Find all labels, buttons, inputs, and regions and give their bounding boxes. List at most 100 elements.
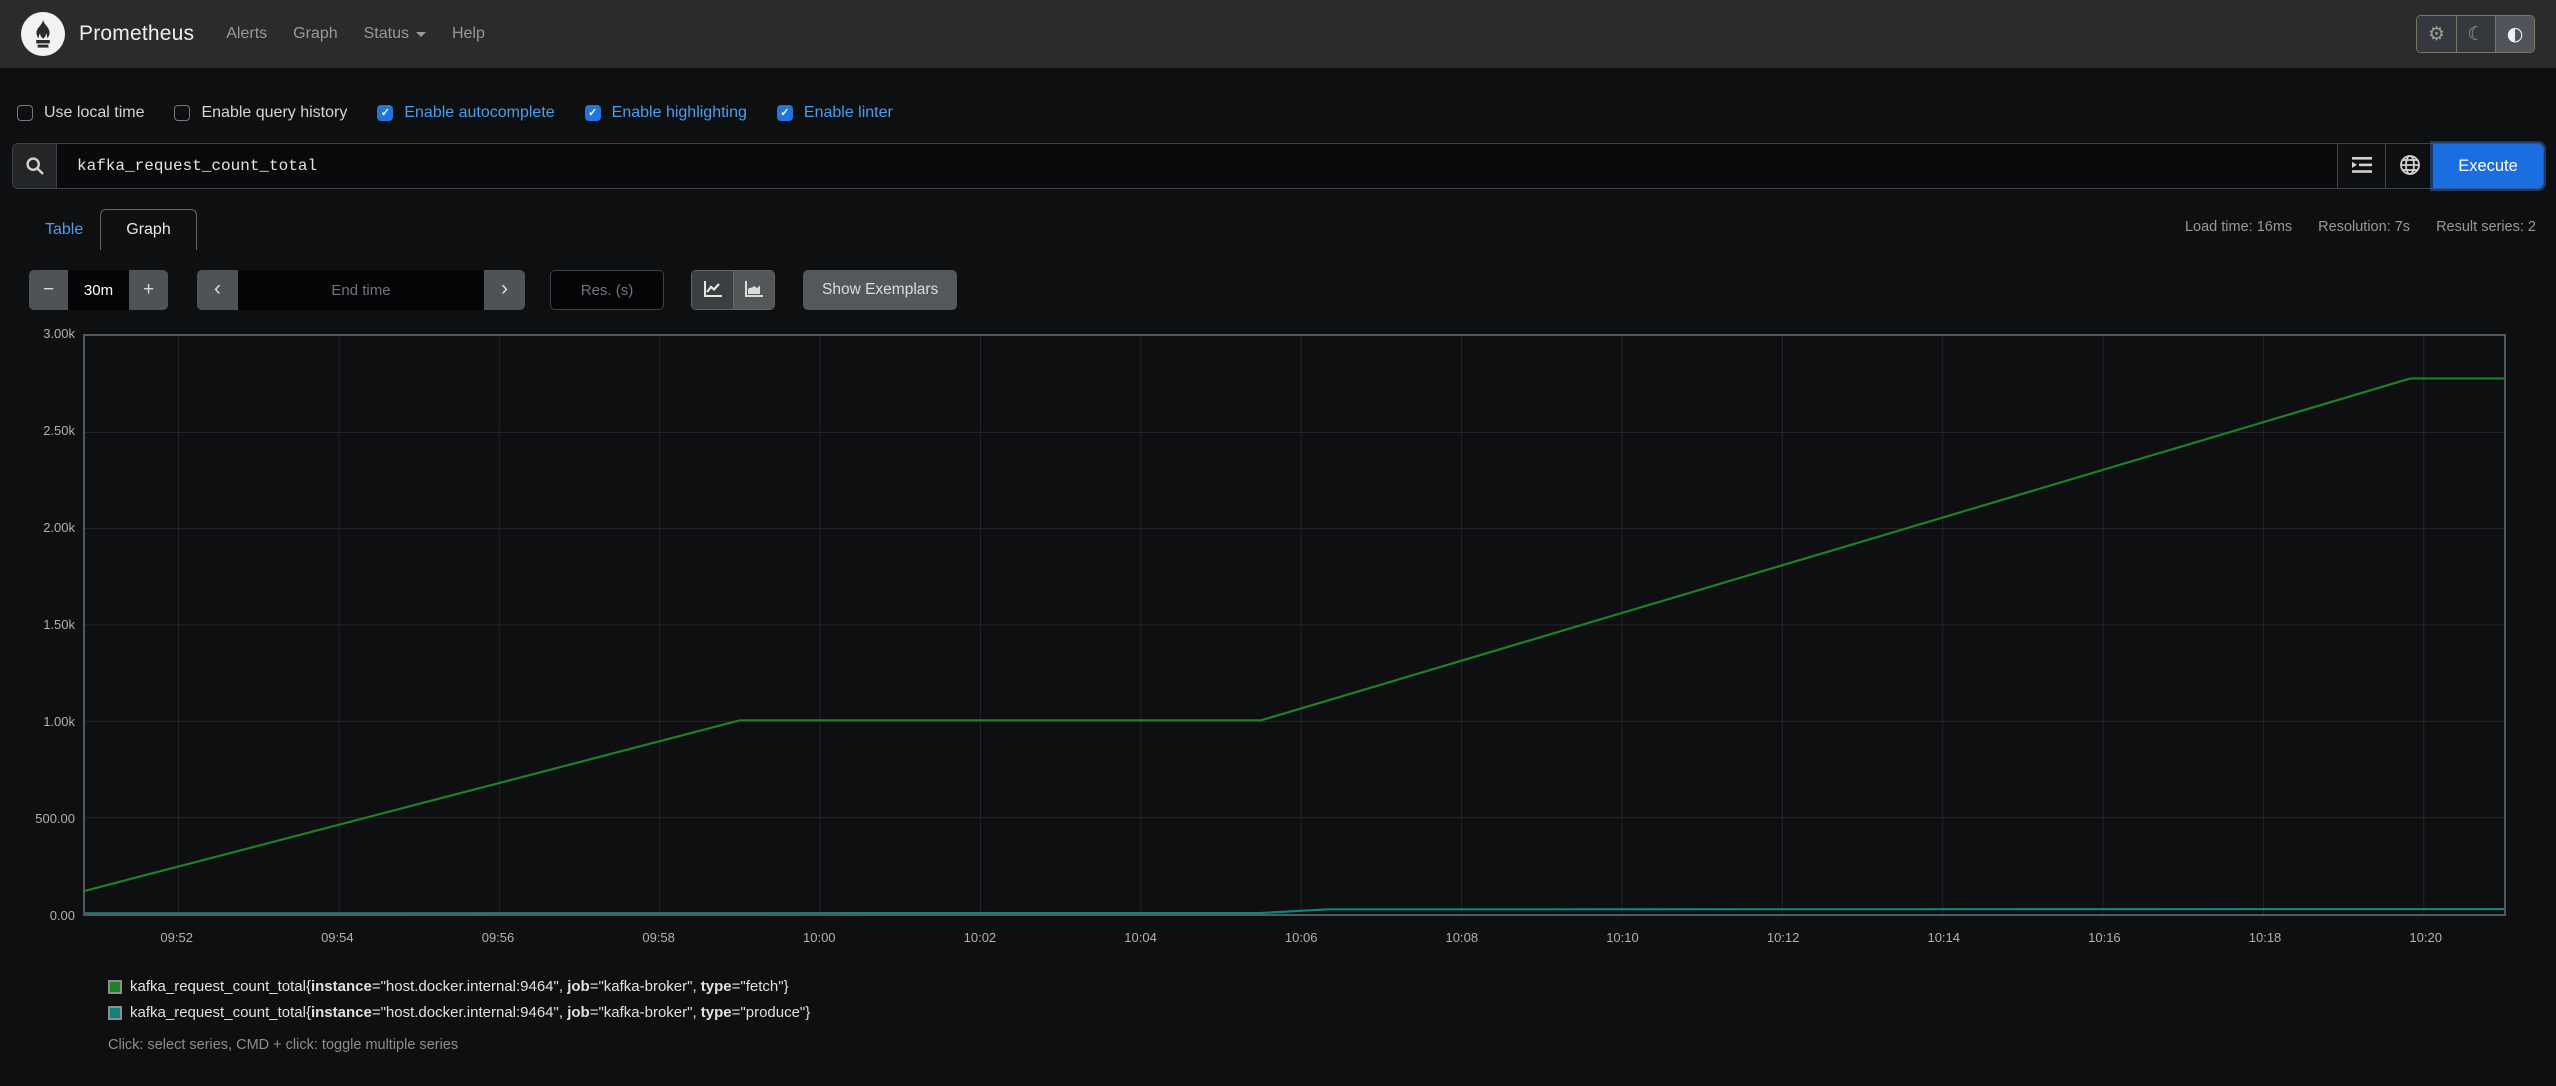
metrics-explorer-icon <box>2351 155 2373 178</box>
end-time-group: ‹ › <box>197 270 525 310</box>
moon-icon: ☾ <box>2467 23 2485 45</box>
chevron-down-icon <box>415 31 426 37</box>
query-stats: Load time: 16ms Resolution: 7s Result se… <box>2185 219 2536 235</box>
checkbox-checked-icon[interactable]: ✓ <box>377 104 394 121</box>
resolution: Resolution: 7s <box>2318 219 2411 235</box>
legend-swatch <box>108 979 122 994</box>
y-tick-label: 1.50k <box>43 617 75 632</box>
option-label: Use local time <box>44 103 145 121</box>
globe-button[interactable] <box>2385 144 2433 188</box>
plot-area[interactable] <box>83 334 2506 916</box>
auto-theme-button[interactable]: ◐ <box>2495 16 2534 52</box>
end-time-input[interactable] <box>238 270 484 310</box>
chart-type-group <box>691 270 775 310</box>
x-tick-label: 10:10 <box>1606 930 1639 945</box>
stacked-chart-icon <box>744 280 764 301</box>
series-line-0 <box>85 377 2504 892</box>
prometheus-brand[interactable]: Prometheus <box>21 12 194 56</box>
option-label: Enable highlighting <box>611 103 747 121</box>
navbar: Prometheus Alerts Graph Status Help ⚙ ☾ ◐ <box>0 0 2556 68</box>
x-tick-label: 10:18 <box>2248 930 2282 945</box>
y-tick-label: 2.00k <box>43 520 75 535</box>
theme-toggle-group: ⚙ ☾ ◐ <box>2416 15 2535 53</box>
legend-item-1[interactable]: kafka_request_count_total{instance="host… <box>108 1004 810 1021</box>
legend-hint: Click: select series, CMD + click: toggl… <box>108 1037 459 1053</box>
x-tick-label: 10:06 <box>1284 930 1318 945</box>
nav-item-alerts: Alerts <box>226 25 267 43</box>
legend-swatch <box>108 1005 122 1020</box>
graph-controls: − + ‹ › Show Exemplars <box>29 270 2556 310</box>
stacked-chart-button[interactable] <box>733 271 774 309</box>
checkbox-unchecked-icon[interactable] <box>17 104 33 121</box>
y-tick-label: 0.00 <box>49 908 75 923</box>
nav-item-help: Help <box>452 25 485 43</box>
time-forward-button[interactable]: › <box>484 270 525 310</box>
x-tick-label: 09:58 <box>642 930 675 945</box>
chart-legend: kafka_request_count_total{instance="host… <box>108 978 810 1021</box>
x-tick-label: 09:56 <box>481 930 515 945</box>
option-enable-linter[interactable]: ✓ Enable linter <box>776 103 893 122</box>
load-time: Load time: 16ms <box>2184 219 2293 235</box>
tab-graph[interactable]: Graph <box>100 209 197 250</box>
x-tick-label: 10:16 <box>2088 930 2121 945</box>
x-tick-label: 10:20 <box>2409 930 2442 945</box>
checkbox-unchecked-icon[interactable] <box>174 104 191 121</box>
x-tick-label: 10:14 <box>1927 930 1961 945</box>
option-label: Enable autocomplete <box>404 103 555 121</box>
nav-link-label: Alerts <box>226 25 268 42</box>
show-exemplars-button[interactable]: Show Exemplars <box>803 270 958 310</box>
nav-link-label: Graph <box>293 25 338 42</box>
resolution-input[interactable] <box>550 270 664 310</box>
x-tick-label: 10:12 <box>1766 930 1800 945</box>
tabs-row: Table Graph Load time: 16ms Resolution: … <box>28 205 2556 250</box>
settings-theme-button[interactable]: ⚙ <box>2417 16 2456 52</box>
search-icon <box>13 144 57 188</box>
legend-item-0[interactable]: kafka_request_count_total{instance="host… <box>108 978 810 995</box>
query-input-group: Execute <box>12 143 2544 189</box>
x-tick-label: 09:54 <box>321 930 354 945</box>
y-tick-label: 2.50k <box>43 423 75 438</box>
range-group: − + <box>29 270 168 310</box>
line-chart-button[interactable] <box>692 271 733 309</box>
option-label: Enable query history <box>201 103 348 121</box>
checkbox-checked-icon[interactable]: ✓ <box>776 104 793 121</box>
expression-input[interactable] <box>57 144 2337 188</box>
x-tick-label: 10:08 <box>1445 930 1479 945</box>
y-tick-label: 1.00k <box>43 714 75 729</box>
globe-icon <box>2399 154 2421 179</box>
gear-icon: ⚙ <box>2427 23 2446 45</box>
x-tick-label: 10:00 <box>802 930 836 945</box>
option-label: Enable linter <box>803 103 893 121</box>
range-increase-button[interactable]: + <box>129 270 168 310</box>
option-enable-query-history[interactable]: Enable query history <box>174 104 347 122</box>
checkbox-checked-icon[interactable]: ✓ <box>584 104 601 121</box>
nav-link-label: Help <box>451 25 485 42</box>
option-use-local-time[interactable]: Use local time <box>17 104 144 122</box>
legend-series-name: kafka_request_count_total{instance="host… <box>130 978 789 995</box>
nav-item-status: Status <box>364 25 426 43</box>
time-back-button[interactable]: ‹ <box>197 270 238 310</box>
nav-link-alerts[interactable]: Alerts <box>226 25 267 43</box>
nav-link-help[interactable]: Help <box>452 25 485 43</box>
x-tick-label: 10:02 <box>963 930 997 945</box>
option-enable-autocomplete[interactable]: ✓ Enable autocomplete <box>377 103 555 122</box>
options-row: Use local time Enable query history ✓ Enabl… <box>0 68 2556 130</box>
series-line-1 <box>85 907 2504 914</box>
nav-link-graph[interactable]: Graph <box>293 25 337 43</box>
tab-table[interactable]: Table <box>28 210 100 250</box>
range-input[interactable] <box>68 270 129 310</box>
y-tick-label: 3.00k <box>43 326 75 341</box>
metrics-explorer-button[interactable] <box>2337 144 2385 188</box>
range-decrease-button[interactable]: − <box>29 270 68 310</box>
option-enable-highlighting[interactable]: ✓ Enable highlighting <box>584 103 747 122</box>
nav-item-graph: Graph <box>293 25 337 43</box>
prometheus-logo-icon <box>21 12 65 56</box>
nav-link-label: Status <box>363 25 409 42</box>
x-tick-label: 09:52 <box>160 930 193 945</box>
nav-link-status[interactable]: Status <box>364 25 426 43</box>
dark-theme-button[interactable]: ☾ <box>2456 16 2495 52</box>
y-tick-label: 500.00 <box>35 811 75 826</box>
execute-button[interactable]: Execute <box>2433 144 2543 188</box>
x-tick-label: 10:04 <box>1124 930 1157 945</box>
chart-panel: 3.00k 2.50k 2.00k 1.50k 1.00k 500.00 0.00 09:5… <box>0 326 2556 1053</box>
